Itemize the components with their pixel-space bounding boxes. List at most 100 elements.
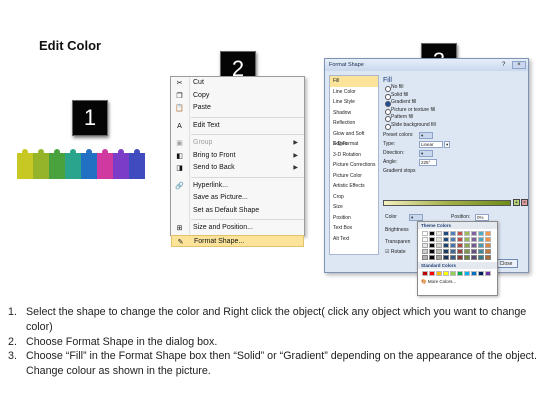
angle-input[interactable]: 225° [419,159,437,166]
color-swatch[interactable] [436,255,442,260]
category-shadow[interactable]: Shadow [330,108,378,119]
category-picture-corrections[interactable]: Picture Corrections [330,160,378,171]
color-swatch[interactable] [485,271,491,276]
help-icon[interactable]: ? [502,61,510,69]
menu-item-edit-text[interactable]: A Edit Text [171,120,304,133]
puzzle-piece[interactable] [113,149,129,179]
color-swatch[interactable] [422,231,428,236]
color-swatch[interactable] [429,255,435,260]
menu-item-format-shape[interactable]: ✎ Format Shape... [171,234,304,247]
color-swatch[interactable] [457,243,463,248]
color-swatch[interactable] [478,231,484,236]
puzzle-piece[interactable] [65,149,81,179]
menu-item-send-to-back[interactable]: ◨ Send to Back ▶ [171,162,304,175]
color-picker-button[interactable]: ▾ [409,214,423,221]
preset-colors-dropdown[interactable]: ▾ [419,132,433,139]
color-swatch[interactable] [436,249,442,254]
category-crop[interactable]: Crop [330,192,378,203]
color-swatch[interactable] [443,249,449,254]
color-swatch[interactable] [443,271,449,276]
color-swatch[interactable] [450,271,456,276]
color-swatch[interactable] [450,255,456,260]
color-swatch[interactable] [429,231,435,236]
menu-item-size-and-position[interactable]: ⊞ Size and Position... [171,222,304,235]
color-swatch[interactable] [471,237,477,242]
puzzle-shape-strip[interactable] [17,149,145,179]
color-swatch[interactable] [450,249,456,254]
position-input[interactable]: 0% [475,214,489,221]
color-swatch[interactable] [422,237,428,242]
color-swatch[interactable] [422,271,428,276]
color-swatch[interactable] [471,243,477,248]
color-swatch[interactable] [443,255,449,260]
rotate-with-shape-checkbox[interactable]: ☑ Rotate [385,248,406,257]
color-swatch[interactable] [443,231,449,236]
direction-dropdown[interactable]: ▾ [419,150,433,157]
color-swatch[interactable] [485,231,491,236]
more-colors-item[interactable]: 🎨 More Colors... [418,278,497,285]
color-swatch[interactable] [471,231,477,236]
color-swatch[interactable] [450,237,456,242]
menu-item-group[interactable]: ▣ Group ▶ [171,137,304,150]
category-text-box[interactable]: Text Box [330,223,378,234]
menu-item-hyperlink[interactable]: 🔗 Hyperlink... [171,180,304,193]
menu-item-bring-to-front[interactable]: ◧ Bring to Front ▶ [171,150,304,163]
color-swatch[interactable] [429,249,435,254]
gradient-stops-bar[interactable] [383,200,511,206]
color-swatch[interactable] [485,249,491,254]
color-swatch[interactable] [457,255,463,260]
fill-option-no-fill[interactable]: No fill [383,84,525,92]
menu-item-set-as-default-shape[interactable]: Set as Default Shape [171,205,304,218]
color-swatch[interactable] [457,231,463,236]
color-swatch[interactable] [457,237,463,242]
color-swatch[interactable] [436,237,442,242]
color-swatch[interactable] [471,271,477,276]
category-alt-text[interactable]: Alt Text [330,234,378,245]
color-swatch[interactable] [478,237,484,242]
color-swatch[interactable] [464,255,470,260]
category-reflection[interactable]: Reflection [330,118,378,129]
category-size[interactable]: Size [330,202,378,213]
puzzle-piece[interactable] [17,149,33,179]
menu-item-paste[interactable]: 📋 Paste [171,102,304,115]
menu-item-save-as-picture[interactable]: Save as Picture... [171,192,304,205]
fill-option-pattern-fill[interactable]: Pattern fill [383,114,525,122]
fill-option-slide-background-fill[interactable]: Slide background fill [383,122,525,129]
color-swatch[interactable] [436,271,442,276]
fill-option-solid-fill[interactable]: Solid fill [383,92,525,99]
color-swatch[interactable] [478,255,484,260]
color-swatch[interactable] [485,243,491,248]
color-swatch[interactable] [457,271,463,276]
type-select[interactable]: Linear [419,141,443,148]
menu-item-cut[interactable]: ✂ Cut [171,77,304,90]
remove-stop-icon[interactable]: × [521,199,528,206]
color-swatch[interactable] [485,255,491,260]
color-swatch[interactable] [464,231,470,236]
color-swatch[interactable] [422,243,428,248]
category-position[interactable]: Position [330,213,378,224]
category-artistic-effects[interactable]: Artistic Effects [330,181,378,192]
color-swatch[interactable] [443,243,449,248]
color-swatch[interactable] [450,243,456,248]
color-swatch[interactable] [450,231,456,236]
color-swatch[interactable] [464,249,470,254]
close-icon[interactable]: × [512,61,526,69]
puzzle-piece[interactable] [97,149,113,179]
color-swatch[interactable] [436,243,442,248]
category-line-color[interactable]: Line Color [330,87,378,98]
category-glow-and-soft-edges[interactable]: Glow and Soft Edges [330,129,378,148]
type-dropdown-icon[interactable]: ▾ [444,141,450,148]
puzzle-piece[interactable] [49,149,65,179]
color-swatch[interactable] [471,249,477,254]
color-swatch[interactable] [485,237,491,242]
color-swatch[interactable] [464,271,470,276]
puzzle-piece[interactable] [33,149,49,179]
category-3-d-rotation[interactable]: 3-D Rotation [330,150,378,161]
menu-item-copy[interactable]: ❐ Copy [171,90,304,103]
color-swatch[interactable] [443,237,449,242]
fill-option-gradient-fill[interactable]: Gradient fill [383,99,525,107]
category-3-d-format[interactable]: 3-D Format [330,139,378,150]
fill-option-picture-or-texture-fill[interactable]: Picture or texture fill [383,107,525,114]
color-swatch[interactable] [422,255,428,260]
add-stop-icon[interactable]: + [513,199,520,206]
